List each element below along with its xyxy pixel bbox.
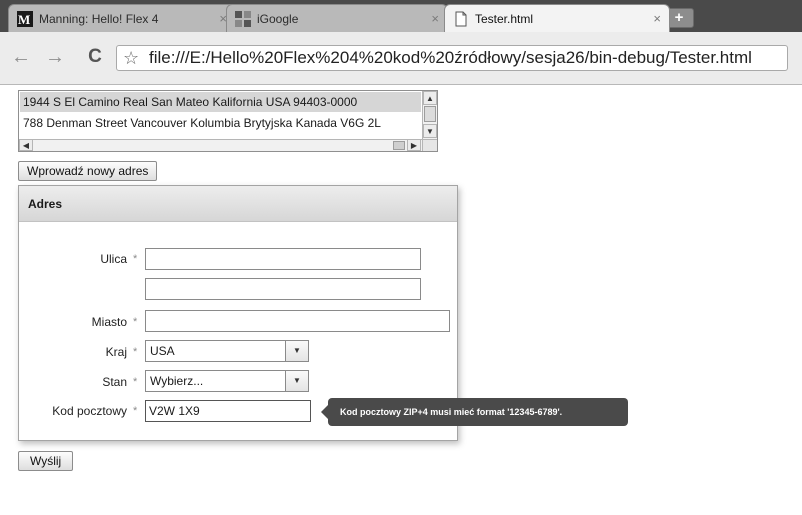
vertical-scrollbar[interactable]: ▲ ▼ bbox=[422, 91, 437, 139]
close-tab-icon[interactable]: × bbox=[653, 11, 661, 26]
tab-label: Tester.html bbox=[475, 11, 534, 26]
chevron-down-icon[interactable]: ▼ bbox=[285, 341, 308, 361]
country-dropdown[interactable]: USA ▼ bbox=[145, 340, 309, 362]
vertical-scroll-thumb[interactable] bbox=[424, 106, 436, 122]
panel-header: Adres bbox=[19, 186, 457, 222]
submit-button[interactable]: Wyślij bbox=[18, 451, 74, 471]
scroll-up-arrow-icon[interactable]: ▲ bbox=[423, 91, 437, 105]
scroll-down-arrow-icon[interactable]: ▼ bbox=[423, 124, 437, 138]
city-label: Miasto bbox=[91, 315, 127, 329]
browser-titlebar: M Manning: Hello! Flex 4 × iGoogle × Tes… bbox=[0, 0, 802, 36]
igoogle-icon bbox=[235, 10, 251, 27]
back-icon[interactable]: ← bbox=[10, 46, 32, 68]
required-marker: * bbox=[133, 346, 138, 358]
scrollbar-corner bbox=[422, 139, 437, 151]
manning-m-icon: M bbox=[17, 10, 33, 27]
chevron-down-icon[interactable]: ▼ bbox=[285, 371, 308, 391]
state-dropdown[interactable]: Wybierz... ▼ bbox=[145, 370, 309, 392]
scroll-left-arrow-icon[interactable]: ◀ bbox=[19, 139, 33, 151]
city-input[interactable] bbox=[145, 310, 450, 332]
panel-title: Adres bbox=[28, 197, 63, 211]
zip-label: Kod pocztowy bbox=[52, 404, 127, 418]
horizontal-scrollbar[interactable]: ◀ ▶ bbox=[19, 139, 422, 151]
street-line2-input[interactable] bbox=[145, 278, 421, 300]
bookmark-star-icon[interactable]: ☆ bbox=[123, 48, 139, 69]
street-input[interactable] bbox=[145, 248, 421, 270]
horizontal-scroll-thumb[interactable] bbox=[393, 141, 405, 150]
tab-igoogle[interactable]: iGoogle × bbox=[226, 4, 448, 32]
tab-tester[interactable]: Tester.html × bbox=[444, 4, 670, 32]
zip-error-tooltip: Kod pocztowy ZIP+4 musi mieć format '123… bbox=[321, 398, 628, 426]
forward-icon[interactable]: → bbox=[44, 46, 66, 68]
scroll-right-arrow-icon[interactable]: ▶ bbox=[407, 139, 421, 151]
state-selected: Wybierz... bbox=[150, 374, 204, 388]
zip-input[interactable]: V2W 1X9 bbox=[145, 400, 311, 422]
url-text: file:///E:/Hello%20Flex%204%20kod%20źród… bbox=[149, 48, 752, 67]
street-label: Ulica bbox=[100, 252, 127, 266]
country-selected: USA bbox=[150, 344, 175, 358]
list-item[interactable]: 788 Denman Street Vancouver Kolumbia Bry… bbox=[20, 113, 421, 133]
close-tab-icon[interactable]: × bbox=[431, 11, 439, 26]
tab-manning[interactable]: M Manning: Hello! Flex 4 × bbox=[8, 4, 236, 32]
browser-toolbar: ← → C ☆ file:///E:/Hello%20Flex%204%20ko… bbox=[0, 32, 802, 85]
tab-label: Manning: Hello! Flex 4 bbox=[39, 11, 159, 26]
new-address-button[interactable]: Wprowadź nowy adres bbox=[18, 161, 158, 181]
tab-label: iGoogle bbox=[257, 11, 299, 26]
required-marker: * bbox=[133, 376, 138, 388]
list-item[interactable]: 1944 S El Camino Real San Mateo Kaliforn… bbox=[20, 92, 421, 112]
required-marker: * bbox=[133, 316, 138, 328]
required-marker: * bbox=[133, 405, 138, 417]
page-icon bbox=[455, 11, 467, 26]
svg-text:M: M bbox=[18, 12, 30, 27]
reload-icon[interactable]: C bbox=[84, 46, 106, 68]
address-list[interactable]: 1944 S El Camino Real San Mateo Kaliforn… bbox=[18, 90, 438, 152]
required-marker: * bbox=[133, 253, 138, 265]
address-bar[interactable]: ☆ file:///E:/Hello%20Flex%204%20kod%20źr… bbox=[116, 45, 788, 71]
country-label: Kraj bbox=[105, 345, 127, 359]
state-label: Stan bbox=[102, 375, 127, 389]
